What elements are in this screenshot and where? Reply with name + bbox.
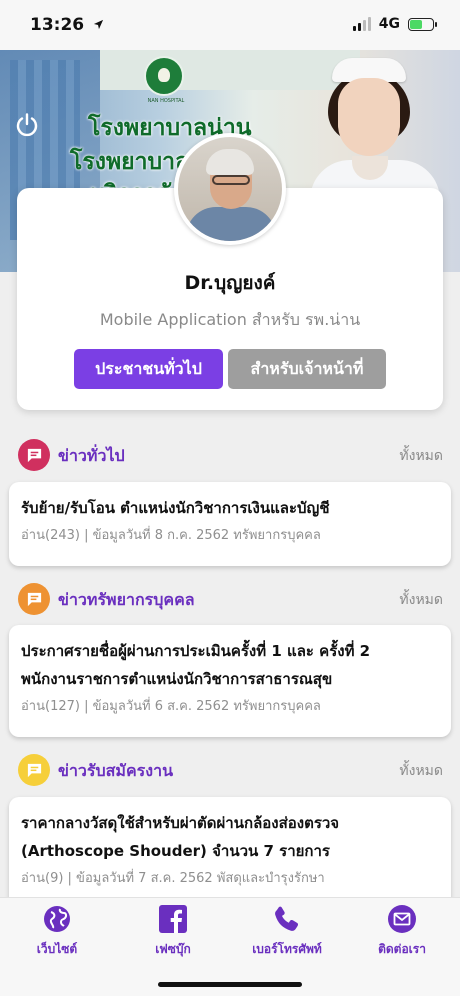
- staff-button[interactable]: สำหรับเจ้าหน้าที่: [228, 349, 386, 389]
- home-indicator[interactable]: [158, 982, 302, 987]
- section-header-hr: ข่าวทรัพยากรบุคคล ทั้งหมด: [0, 580, 460, 620]
- nav-phone[interactable]: เบอร์โทรศัพท์: [237, 904, 337, 959]
- news-card[interactable]: รับย้าย/รับโอน ตำแหน่งนักวิชาการเงินและบ…: [9, 482, 451, 566]
- mail-icon: [388, 905, 416, 933]
- message-icon: [18, 754, 50, 786]
- network-label: 4G: [378, 16, 400, 32]
- hospital-logo-text: NAN HOSPITAL: [147, 98, 185, 104]
- doctor-name: Dr.บุญยงค์: [184, 272, 276, 294]
- section-title: ข่าวรับสมัครงาน: [58, 761, 173, 780]
- news-title: ราคากลางวัสดุใช้สำหรับผ่าตัดผ่านกล้องส่อ…: [21, 814, 340, 832]
- nav-label: เว็บไซต์: [36, 942, 78, 956]
- app-subtitle: Mobile Application สำหรับ รพ.น่าน: [99, 310, 361, 329]
- hospital-logo: [144, 56, 184, 96]
- news-title: พนักงานราชการตำแหน่งนักวิชาการสาธารณสุข: [21, 670, 333, 688]
- see-all-link[interactable]: ทั้งหมด: [399, 760, 443, 782]
- nav-facebook[interactable]: เฟซบุ๊ก: [123, 904, 223, 959]
- section-title: ข่าวทรัพยากรบุคคล: [58, 590, 195, 609]
- power-icon[interactable]: [14, 112, 40, 138]
- news-title: รับย้าย/รับโอน ตำแหน่งนักวิชาการเงินและบ…: [21, 499, 330, 517]
- battery-icon: [408, 17, 437, 31]
- location-arrow-icon: [93, 19, 104, 30]
- see-all-link[interactable]: ทั้งหมด: [399, 589, 443, 611]
- nav-website[interactable]: เว็บไซต์: [7, 904, 107, 959]
- nav-contact[interactable]: ติดต่อเรา: [352, 904, 452, 959]
- section-header-jobs: ข่าวรับสมัครงาน ทั้งหมด: [0, 751, 460, 791]
- see-all-link[interactable]: ทั้งหมด: [399, 445, 443, 467]
- news-meta: อ่าน(127) | ข้อมูลวันที่ 6 ส.ค. 2562 ทรั…: [21, 699, 321, 714]
- status-time: 13:26: [30, 15, 104, 35]
- message-icon: [18, 583, 50, 615]
- message-icon: [18, 439, 50, 471]
- public-button[interactable]: ประชาชนทั่วไป: [74, 349, 223, 389]
- news-meta: อ่าน(243) | ข้อมูลวันที่ 8 ก.ค. 2562 ทรั…: [21, 528, 321, 543]
- section-title: ข่าวทั่วไป: [58, 446, 125, 465]
- facebook-icon: [159, 905, 187, 933]
- app-screen: 13:26 4G NAN HOSPITAL โรงพยาบาลน่าน โรงพ…: [0, 0, 460, 996]
- globe-icon: [44, 906, 70, 932]
- news-meta: อ่าน(9) | ข้อมูลวันที่ 7 ส.ค. 2562 พัสดุ…: [21, 871, 325, 886]
- phone-icon: [275, 906, 299, 931]
- clock: 13:26: [30, 15, 85, 35]
- section-header-general: ข่าวทั่วไป ทั้งหมด: [0, 436, 460, 476]
- status-indicators: 4G: [352, 16, 437, 32]
- status-bar: 13:26 4G: [0, 0, 460, 50]
- hero-text-line: โรงพยาบาล: [70, 148, 190, 175]
- news-title: ประกาศรายชื่อผู้ผ่านการประเมินครั้งที่ 1…: [21, 642, 371, 660]
- nav-label: ติดต่อเรา: [378, 942, 426, 956]
- avatar: [174, 133, 286, 245]
- nav-label: เฟซบุ๊ก: [155, 942, 191, 956]
- news-title: (Arthoscope Shouder) จำนวน 7 รายการ: [21, 842, 330, 860]
- news-card[interactable]: ประกาศรายชื่อผู้ผ่านการประเมินครั้งที่ 1…: [9, 625, 451, 737]
- nav-label: เบอร์โทรศัพท์: [252, 942, 322, 956]
- signal-icon: [352, 17, 371, 31]
